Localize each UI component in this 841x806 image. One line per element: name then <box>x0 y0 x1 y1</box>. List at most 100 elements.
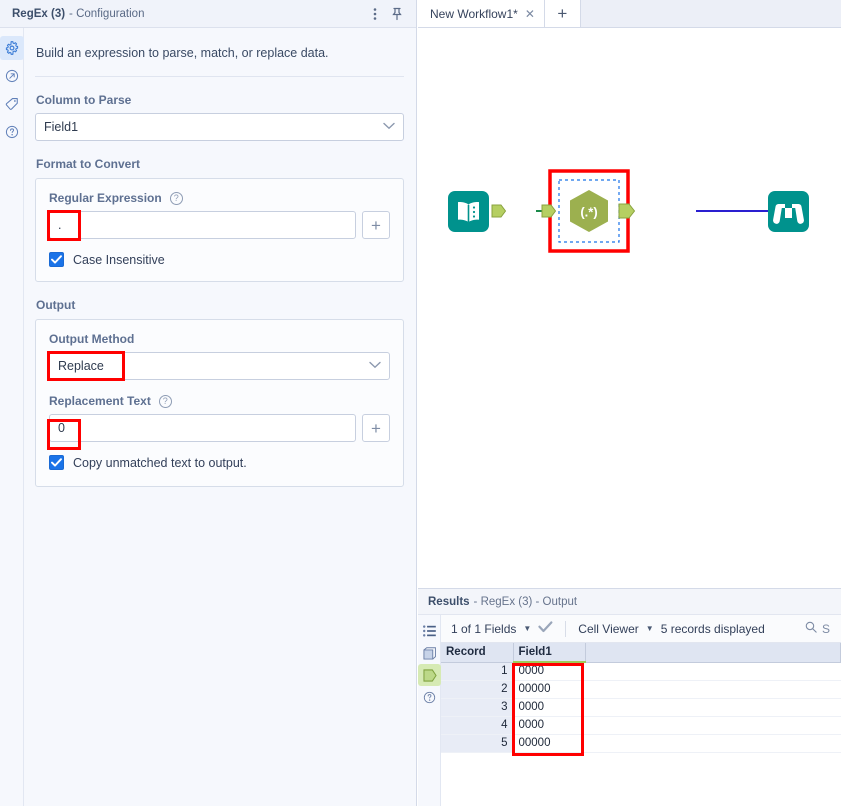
table-row[interactable]: 1 0000 <box>441 662 841 681</box>
add-regular-expression-button[interactable]: + <box>362 211 390 239</box>
cell-record: 1 <box>441 662 514 681</box>
cell-record: 5 <box>441 734 514 753</box>
table-row[interactable]: 2 00000 <box>441 680 841 699</box>
results-table: Record Field1 1 0000 2 00000 3 0000 4 00… <box>441 643 841 753</box>
table-row[interactable]: 5 00000 <box>441 734 841 753</box>
output-group: Output Method Replace Replacement Text ?… <box>35 319 404 487</box>
format-to-convert-label: Format to Convert <box>36 157 141 171</box>
green-pentagon-icon[interactable] <box>418 664 441 686</box>
column-header-record[interactable]: Record <box>441 643 514 663</box>
records-displayed-label: 5 records displayed <box>660 621 765 636</box>
browse-node <box>768 191 809 232</box>
results-panel: Results - RegEx (3) - Output 1 of 1 Fiel… <box>418 588 841 806</box>
add-replacement-text-button[interactable]: + <box>362 414 390 442</box>
table-row[interactable]: 4 0000 <box>441 716 841 735</box>
fields-count-label[interactable]: 1 of 1 Fields <box>451 622 516 636</box>
column-to-parse-value: Field1 <box>44 120 79 134</box>
regular-expression-label-row: Regular Expression ? <box>49 191 390 205</box>
copy-unmatched-label: Copy unmatched text to output. <box>73 455 247 470</box>
regex-node: (.*) <box>541 169 636 253</box>
regular-expression-input[interactable]: . <box>49 211 356 239</box>
tab-new-workflow1[interactable]: New Workflow1* ✕ <box>418 0 545 27</box>
configuration-panel: RegEx (3) - Configuration Build an expre… <box>0 0 417 806</box>
format-to-convert-group: Regular Expression ? . + Case Insensitiv… <box>35 178 404 282</box>
chevron-down-icon[interactable]: ▼ <box>523 624 531 633</box>
close-icon[interactable]: ✕ <box>525 7 535 21</box>
results-grid-wrap: Record Field1 1 0000 2 00000 3 0000 4 00… <box>441 643 841 756</box>
chevron-down-icon <box>383 121 395 133</box>
question-circle-icon[interactable]: ? <box>169 191 183 205</box>
copy-unmatched-row[interactable]: Copy unmatched text to output. <box>49 455 390 470</box>
app-root: RegEx (3) - Configuration Build an expre… <box>0 0 841 806</box>
case-insensitive-row[interactable]: Case Insensitive <box>49 252 390 267</box>
question-circle-icon[interactable] <box>418 686 441 708</box>
cell-viewer-label[interactable]: Cell Viewer <box>578 622 638 636</box>
gear-icon[interactable] <box>0 36 24 60</box>
replacement-text-row: 0 + <box>49 414 390 442</box>
regular-expression-row: . + <box>49 211 390 239</box>
cell-field1: 0000 <box>513 716 585 735</box>
table-row[interactable]: 3 0000 <box>441 698 841 717</box>
cell-filler <box>585 680 841 699</box>
question-circle-icon[interactable] <box>0 120 24 144</box>
tab-label: New Workflow1* <box>430 6 518 21</box>
chevron-down-icon <box>369 360 381 372</box>
column-header-filler <box>585 643 841 663</box>
cell-record: 2 <box>441 680 514 699</box>
checkmark-icon[interactable] <box>538 621 553 636</box>
pin-icon[interactable] <box>386 3 408 25</box>
input-node <box>448 191 507 232</box>
panel-description: Build an expression to parse, match, or … <box>36 46 329 60</box>
case-insensitive-label: Case Insensitive <box>73 252 165 267</box>
results-main: 1 of 1 Fields ▼ Cell Viewer ▼ 5 records … <box>441 615 841 806</box>
cell-record: 3 <box>441 698 514 717</box>
case-insensitive-checkbox[interactable] <box>49 252 64 267</box>
column-header-field1[interactable]: Field1 <box>513 643 586 663</box>
output-label: Output <box>36 298 76 312</box>
column-to-parse-select[interactable]: Field1 <box>35 113 404 141</box>
vertical-dots-icon[interactable] <box>364 3 386 25</box>
arrow-in-circle-icon[interactable] <box>0 64 24 88</box>
results-title-suffix: - RegEx (3) - Output <box>473 595 578 608</box>
results-panel-header: Results - RegEx (3) - Output <box>418 589 841 615</box>
output-method-select[interactable]: Replace <box>49 352 390 380</box>
config-icon-rail <box>0 28 24 806</box>
table-header-row: Record Field1 <box>441 643 841 663</box>
panel-icon[interactable] <box>418 642 441 664</box>
config-panel-body: Build an expression to parse, match, or … <box>25 28 416 806</box>
workflow-diagram: (.*) <box>448 169 809 253</box>
replacement-text-label: Replacement Text <box>49 394 151 408</box>
results-table-body: 1 0000 2 00000 3 0000 4 0000 5 00000 <box>441 662 841 753</box>
regex-node-label: (.*) <box>580 205 597 220</box>
replacement-text-label-row: Replacement Text ? <box>49 394 390 408</box>
results-toolbar: 1 of 1 Fields ▼ Cell Viewer ▼ 5 records … <box>441 615 841 643</box>
config-title-suffix: - Configuration <box>69 7 145 20</box>
search-input[interactable]: S <box>822 622 830 636</box>
cell-field1: 00000 <box>513 734 585 753</box>
regular-expression-label: Regular Expression <box>49 191 162 205</box>
cell-field1: 0000 <box>513 662 585 681</box>
cell-filler <box>585 734 841 753</box>
chevron-down-icon[interactable]: ▼ <box>646 624 654 633</box>
cell-filler <box>585 662 841 681</box>
search-icon <box>805 621 817 636</box>
results-title: Results <box>428 595 470 608</box>
question-circle-icon[interactable]: ? <box>158 394 172 408</box>
toolbar-divider <box>565 620 567 637</box>
results-search[interactable]: S <box>805 621 841 636</box>
copy-unmatched-checkbox[interactable] <box>49 455 64 470</box>
add-tab-button[interactable]: + <box>544 0 581 27</box>
cell-record: 4 <box>441 716 514 735</box>
list-icon[interactable] <box>418 620 441 642</box>
config-title-node: RegEx (3) <box>12 7 66 20</box>
workflow-canvas[interactable]: (.*) <box>418 28 841 588</box>
divider <box>35 76 404 77</box>
output-method-value: Replace <box>58 359 104 373</box>
column-to-parse-label: Column to Parse <box>36 93 132 107</box>
cell-filler <box>585 716 841 735</box>
cell-field1: 00000 <box>513 680 585 699</box>
output-method-label-row: Output Method <box>49 332 390 346</box>
cell-filler <box>585 698 841 717</box>
tag-icon[interactable] <box>0 92 24 116</box>
replacement-text-input[interactable]: 0 <box>49 414 356 442</box>
